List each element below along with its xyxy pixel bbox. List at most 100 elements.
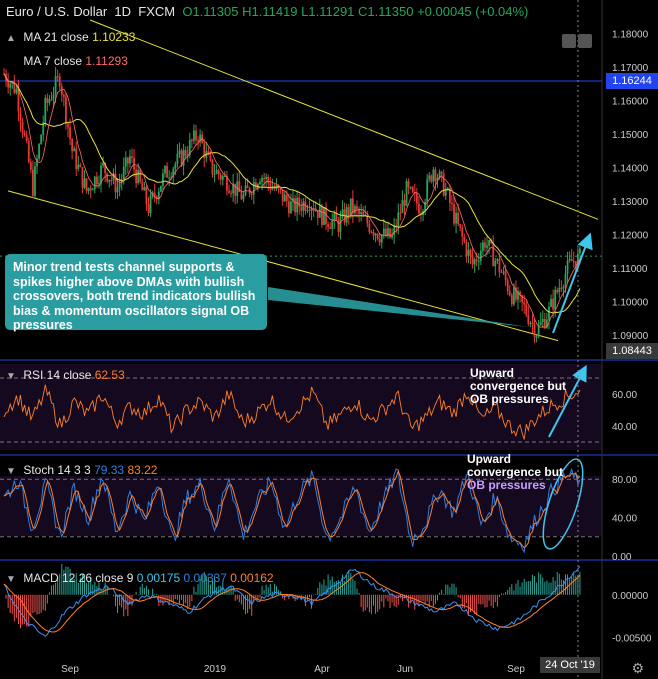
- candle-body: [405, 181, 408, 206]
- price-change: +0.00045 (+0.04%): [417, 4, 529, 19]
- x-tick-label: 2019: [204, 664, 227, 675]
- candle-body: [240, 191, 243, 200]
- candle-body: [213, 173, 216, 175]
- candle-body: [259, 181, 261, 185]
- candle-body: [527, 315, 530, 324]
- candle-body: [75, 148, 78, 170]
- candle-body: [44, 97, 47, 123]
- settings-gear-icon[interactable]: ⚙: [631, 660, 644, 677]
- price-tick-label: 1.12000: [612, 230, 649, 241]
- candle-body: [193, 130, 195, 141]
- price-tick-label: 1.15000: [612, 130, 649, 141]
- candle-body: [294, 198, 296, 213]
- ma21-legend[interactable]: ▲ MA 21 close 1.10233: [6, 30, 135, 44]
- price-tick-label: 1.09000: [612, 331, 649, 342]
- candle-body: [122, 166, 125, 180]
- candle-body: [116, 187, 119, 193]
- candle-body: [358, 209, 360, 215]
- chevron-down-icon[interactable]: ▼: [6, 371, 20, 382]
- candle-body: [479, 250, 482, 261]
- rsi-legend[interactable]: ▼ RSI 14 close 62.53: [6, 368, 125, 382]
- candle-body: [46, 97, 49, 103]
- candle-body: [453, 203, 455, 224]
- candle-body: [267, 176, 270, 184]
- candle-body: [19, 111, 22, 123]
- candle-body: [525, 304, 528, 316]
- candle-body: [9, 83, 12, 88]
- macd-value-3: 0.00162: [230, 571, 274, 585]
- candle-body: [564, 273, 567, 287]
- price-tick-label: 1.13000: [612, 197, 649, 208]
- symbol-title[interactable]: Euro / U.S. Dollar: [6, 4, 107, 19]
- candle-body: [139, 169, 142, 182]
- ma7-legend[interactable]: MA 7 close 1.11293: [6, 54, 128, 68]
- candle-body: [512, 287, 515, 305]
- candle-body: [432, 169, 435, 182]
- candle-body: [296, 197, 299, 213]
- chevron-up-icon[interactable]: ▲: [6, 33, 20, 44]
- candle-body: [391, 234, 393, 238]
- candle-body: [290, 201, 292, 214]
- candle-body: [124, 157, 127, 167]
- candle-body: [54, 76, 57, 95]
- rsi-annotation: Upward convergence but OB pressures: [470, 367, 566, 406]
- candle-body: [327, 224, 329, 228]
- candle-body: [211, 159, 214, 175]
- candle-body: [382, 228, 385, 235]
- crosshair-date-label: 24 Oct '19: [540, 657, 600, 673]
- maximize-icon[interactable]: [578, 34, 592, 48]
- candle-body: [370, 231, 373, 233]
- ohlc-close: C1.11350: [358, 4, 414, 19]
- candle-body: [56, 76, 59, 78]
- candle-body: [252, 182, 255, 195]
- candle-body: [467, 249, 470, 256]
- candle-body: [48, 99, 51, 103]
- candle-body: [106, 173, 109, 182]
- macd-value-2: 0.00337: [183, 571, 227, 585]
- chevron-down-icon[interactable]: ▼: [6, 574, 20, 585]
- stoch-tick-label: 80.00: [612, 475, 637, 486]
- candle-body: [500, 272, 503, 274]
- candle-body: [129, 156, 131, 164]
- candle-body: [141, 181, 144, 191]
- rsi-note-line: OB pressures: [470, 392, 549, 406]
- candle-body: [230, 192, 232, 194]
- candle-body: [52, 94, 55, 100]
- candle-body: [451, 202, 453, 204]
- candle-body: [469, 249, 472, 256]
- stoch-k-value: 79.33: [94, 463, 125, 477]
- candle-body: [246, 185, 249, 189]
- candle-body: [347, 207, 350, 216]
- candle-body: [541, 318, 544, 322]
- collapse-icon[interactable]: [562, 34, 576, 48]
- candle-body: [543, 318, 546, 328]
- candle-body: [502, 271, 505, 273]
- candle-body: [484, 242, 486, 248]
- macd-legend[interactable]: ▼ MACD 12 26 close 9 0.00175 0.00337 0.0…: [6, 571, 274, 585]
- candle-body: [570, 259, 573, 262]
- candle-body: [430, 175, 433, 182]
- chevron-down-icon[interactable]: ▼: [6, 466, 20, 477]
- candle-body: [339, 216, 342, 232]
- candle-body: [494, 260, 497, 267]
- candle-body: [306, 209, 309, 211]
- candle-body: [378, 238, 381, 243]
- interval[interactable]: 1D: [114, 4, 131, 19]
- candle-body: [195, 130, 197, 141]
- candle-body: [415, 193, 418, 204]
- rsi-value: 62.53: [94, 368, 125, 382]
- ohlc-low: L1.11291: [301, 4, 355, 19]
- candle-body: [215, 170, 218, 174]
- candle-body: [411, 187, 414, 193]
- candle-body: [496, 258, 499, 261]
- candle-body: [137, 169, 140, 184]
- candle-body: [548, 306, 550, 320]
- stoch-legend[interactable]: ▼ Stoch 14 3 3 79.33 83.22: [6, 463, 157, 477]
- price-tick-label: 1.14000: [612, 163, 649, 174]
- candle-body: [209, 154, 212, 160]
- candle-body: [308, 209, 311, 211]
- candle-body: [98, 183, 100, 185]
- candle-body: [67, 123, 69, 128]
- data-source: FXCM: [138, 4, 176, 19]
- candle-body: [234, 183, 237, 196]
